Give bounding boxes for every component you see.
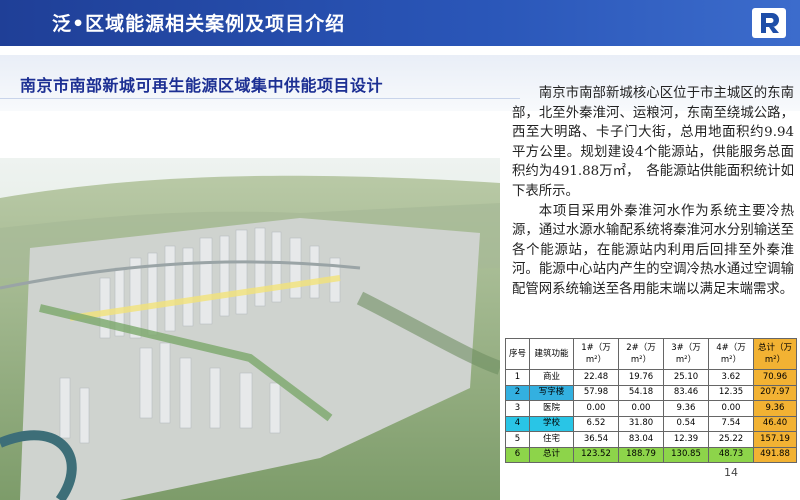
table-cell: 6 — [505, 446, 530, 463]
table-cell: 9.36 — [663, 400, 709, 417]
table-cell: 70.96 — [753, 369, 797, 386]
description-paragraph-1: 南京市南部新城核心区位于市主城区的东南部，北至外秦淮河、运粮河，东南至绕城公路，… — [512, 86, 794, 199]
table-cell: 491.88 — [753, 446, 797, 463]
table-row: 5 住宅 36.54 83.04 12.39 25.22 157.19 — [505, 431, 797, 448]
table-row: 6 总计 123.52 188.79 130.85 48.73 491.88 — [505, 446, 797, 463]
table-cell: 12.39 — [663, 431, 709, 448]
table-cell: 学校 — [529, 415, 574, 432]
table-header: 4#（万m²） — [708, 338, 754, 370]
table-header-row: 序号 建筑功能 1#（万m²） 2#（万m²） 3#（万m²） 4#（万m²） … — [505, 338, 797, 370]
table-cell: 207.97 — [753, 384, 797, 401]
table-row: 2 写字楼 57.98 54.18 83.46 12.35 207.97 — [505, 384, 797, 401]
table-cell: 3 — [505, 400, 530, 417]
table-cell: 0.54 — [663, 415, 709, 432]
table-cell: 12.35 — [708, 384, 754, 401]
table-cell: 7.54 — [708, 415, 754, 432]
page-subtitle: 南京市南部新城可再生能源区域集中供能项目设计 — [20, 76, 384, 95]
table-cell: 130.85 — [663, 446, 709, 463]
table-cell: 2 — [505, 384, 530, 401]
table-cell: 54.18 — [618, 384, 664, 401]
table-cell: 123.52 — [573, 446, 619, 463]
table-cell: 0.00 — [618, 400, 664, 417]
table-cell: 25.22 — [708, 431, 754, 448]
table-cell: 46.40 — [753, 415, 797, 432]
table-cell: 48.73 — [708, 446, 754, 463]
table-cell: 医院 — [529, 400, 574, 417]
table-cell: 6.52 — [573, 415, 619, 432]
table-cell: 1 — [505, 369, 530, 386]
section-title: 泛•区域能源相关案例及项目介绍 — [52, 13, 346, 35]
table-cell: 0.00 — [708, 400, 754, 417]
table-header: 3#（万m²） — [663, 338, 709, 370]
table-body: 1 商业 22.48 19.76 25.10 3.62 70.96 2 写字楼 57.98 54.1… — [505, 369, 797, 463]
table-cell: 9.36 — [753, 400, 797, 417]
aerial-city-rendering-image — [0, 158, 500, 500]
table-header: 1#（万m²） — [573, 338, 619, 370]
table-cell: 31.80 — [618, 415, 664, 432]
description-paragraph-2: 本项目采用外秦淮河水作为系统主要冷热源，通过水源水输配系统将秦淮河水分别输送至各… — [512, 203, 794, 297]
table-cell: 总计 — [529, 446, 574, 463]
table-header: 序号 — [505, 338, 530, 370]
table-cell: 住宅 — [529, 431, 574, 448]
table-cell: 57.98 — [573, 384, 619, 401]
table-cell: 4 — [505, 415, 530, 432]
table-row: 4 学校 6.52 31.80 0.54 7.54 46.40 — [505, 415, 797, 432]
table-cell: 写字楼 — [529, 384, 574, 401]
table-header: 建筑功能 — [529, 338, 574, 370]
table-row: 3 医院 0.00 0.00 9.36 0.00 9.36 — [505, 400, 797, 417]
table-cell: 商业 — [529, 369, 574, 386]
table-header-total: 总计（万m²） — [753, 338, 797, 370]
table-cell: 5 — [505, 431, 530, 448]
table-cell: 25.10 — [663, 369, 709, 386]
table-header: 2#（万m²） — [618, 338, 664, 370]
table-cell: 22.48 — [573, 369, 619, 386]
table-cell: 3.62 — [708, 369, 754, 386]
table-row: 1 商业 22.48 19.76 25.10 3.62 70.96 — [505, 369, 797, 386]
table-cell: 83.46 — [663, 384, 709, 401]
table-cell: 157.19 — [753, 431, 797, 448]
table-cell: 36.54 — [573, 431, 619, 448]
table-cell: 0.00 — [573, 400, 619, 417]
page-number: 14 — [724, 466, 738, 479]
energy-area-table: 序号 建筑功能 1#（万m²） 2#（万m²） 3#（万m²） 4#（万m²） … — [505, 338, 797, 463]
table-cell: 19.76 — [618, 369, 664, 386]
energy-area-table-container: 序号 建筑功能 1#（万m²） 2#（万m²） 3#（万m²） 4#（万m²） … — [505, 338, 797, 463]
company-logo-icon — [752, 8, 786, 38]
table-cell: 83.04 — [618, 431, 664, 448]
table-cell: 188.79 — [618, 446, 664, 463]
subtitle-divider — [0, 98, 520, 99]
title-bar: 泛•区域能源相关案例及项目介绍 — [0, 0, 800, 46]
project-description: 南京市南部新城核心区位于市主城区的东南部，北至外秦淮河、运粮河，东南至绕城公路，… — [512, 84, 794, 300]
